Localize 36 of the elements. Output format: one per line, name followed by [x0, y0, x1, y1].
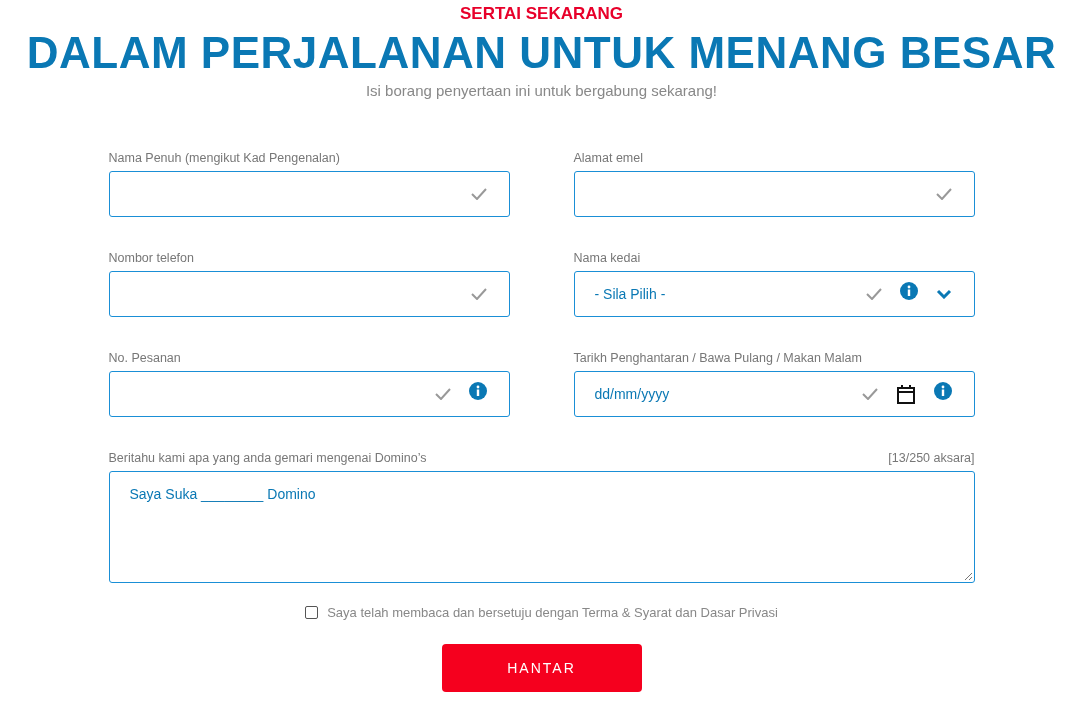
character-counter: [13/250 aksara]	[888, 451, 975, 465]
submit-button[interactable]: HANTAR	[441, 644, 642, 692]
info-icon[interactable]	[468, 382, 487, 400]
input-field[interactable]	[108, 271, 510, 317]
check-icon	[861, 388, 878, 400]
info-icon[interactable]	[933, 382, 952, 400]
check-icon	[935, 188, 952, 200]
field-label: Alamat emel	[573, 151, 644, 165]
field-value: dd/mm/yyyy	[594, 386, 670, 402]
field-label: No. Pesanan	[108, 351, 182, 365]
input-field[interactable]	[108, 171, 510, 217]
resize-handle-icon[interactable]	[963, 572, 972, 580]
info-icon[interactable]	[899, 282, 918, 300]
check-icon	[470, 288, 487, 300]
kicker-heading: SERTAI SEKARANG	[459, 4, 624, 24]
field-label: Nama kedai	[573, 251, 642, 265]
date-field[interactable]: dd/mm/yyyy	[573, 371, 975, 417]
field-value: - Sila Pilih -	[594, 286, 666, 302]
message-textarea[interactable]: Saya Suka ________ Domino	[108, 471, 975, 583]
agree-label: Saya telah membaca dan bersetuju dengan Terma & Syarat dan Dasar Privasi	[327, 605, 778, 620]
input-field[interactable]	[573, 171, 975, 217]
calendar-icon[interactable]	[895, 384, 916, 404]
textarea-value: Saya Suka ________ Domino	[129, 486, 316, 502]
caret-icon[interactable]	[935, 289, 952, 299]
select-field[interactable]: - Sila Pilih -	[573, 271, 975, 317]
input-field[interactable]	[108, 371, 510, 417]
page-title: DALAM PERJALANAN UNTUK MENANG BESAR	[26, 27, 1057, 79]
agree-checkbox[interactable]	[305, 606, 319, 619]
subtitle: Isi borang penyertaan ini untuk bergabung sekarang!	[365, 82, 718, 99]
check-icon	[434, 388, 451, 400]
field-label: Beritahu kami apa yang anda gemari mengenai Domino’s	[108, 451, 427, 465]
field-label: Nombor telefon	[108, 251, 195, 265]
check-icon	[470, 188, 487, 200]
field-label: Nama Penuh (mengikut Kad Pengenalan)	[108, 151, 341, 165]
field-label: Tarikh Penghantaran / Bawa Pulang / Makan Malam	[573, 351, 863, 365]
check-icon	[865, 288, 882, 300]
